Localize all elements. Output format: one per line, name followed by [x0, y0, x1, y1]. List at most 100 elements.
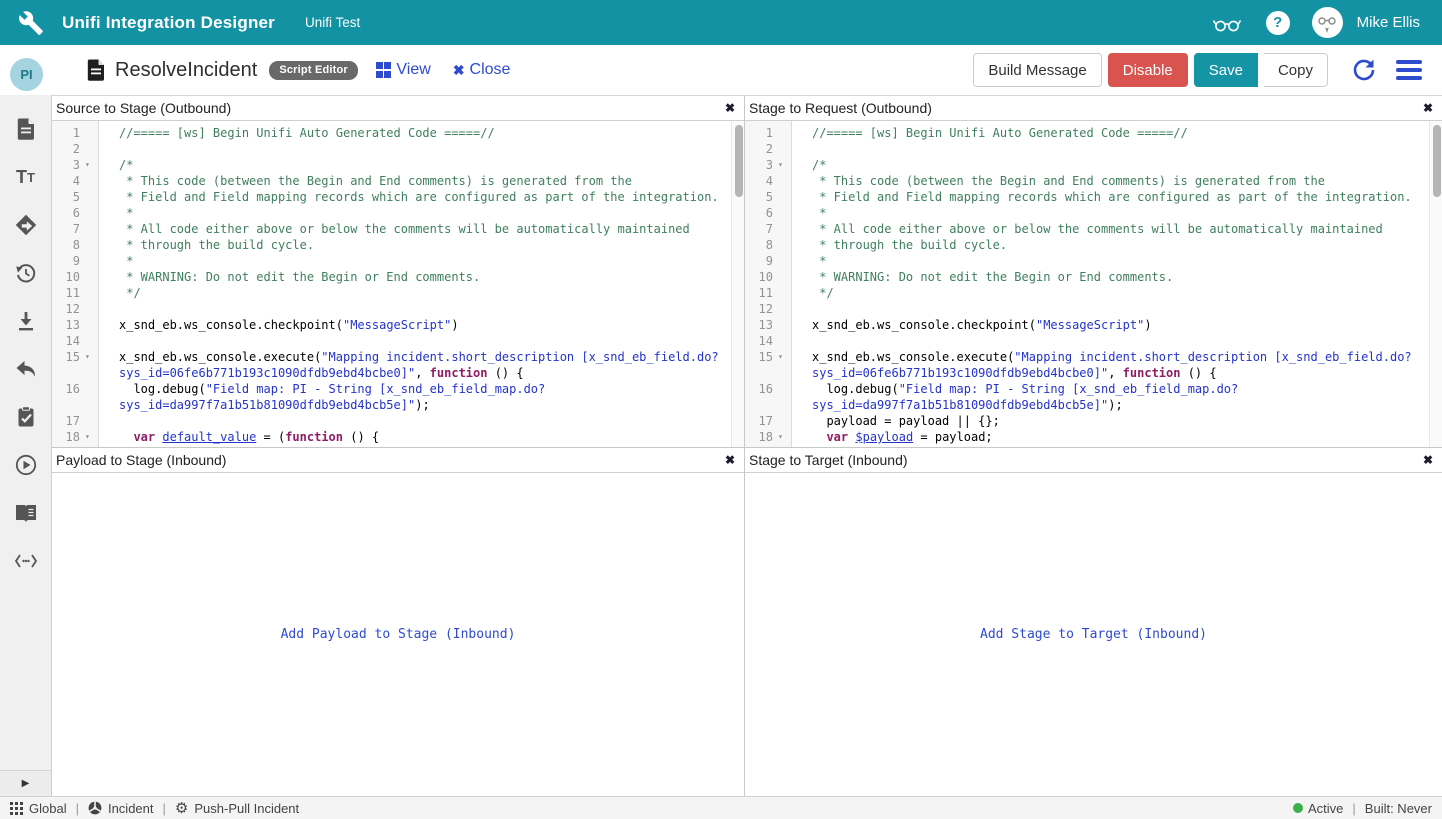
wrench-icon[interactable] — [18, 10, 44, 36]
script-editor-badge: Script Editor — [269, 61, 358, 80]
record-avatar[interactable]: PI — [10, 58, 43, 91]
sidebar-send-icon[interactable] — [14, 213, 38, 237]
sidebar-text-format-icon[interactable]: TT — [14, 165, 38, 189]
fold-marker-icon[interactable]: ▾ — [773, 157, 792, 173]
code-line: 13x_snd_eb.ws_console.checkpoint("Messag… — [52, 317, 744, 333]
fold-marker-icon[interactable]: ▾ — [80, 349, 99, 365]
code-line: 14 — [52, 333, 744, 349]
record-title: ResolveIncident — [115, 59, 257, 82]
copy-button[interactable]: Copy — [1264, 53, 1328, 87]
line-number: 5 — [52, 189, 80, 205]
fold-spacer — [80, 221, 99, 237]
avatar[interactable] — [1312, 7, 1343, 38]
footer-table[interactable]: Incident — [88, 801, 154, 816]
panel-close-icon[interactable]: ✖ — [725, 101, 735, 115]
refresh-icon — [1352, 58, 1376, 82]
footer-integration[interactable]: ⚙ Push-Pull Incident — [175, 801, 299, 816]
glasses-icon[interactable] — [1210, 11, 1244, 35]
record-initials: PI — [20, 67, 32, 82]
help-icon: ? — [1273, 14, 1282, 31]
code-text — [792, 333, 812, 349]
view-button[interactable]: View — [376, 61, 431, 79]
code-line: 16 log.debug("Field map: PI - String [x_… — [52, 381, 744, 397]
line-number — [745, 397, 773, 413]
code-editor[interactable]: 1//===== [ws] Begin Unifi Auto Generated… — [52, 121, 744, 447]
empty-editor: Add Stage to Target (Inbound) — [745, 473, 1442, 796]
editor-scrollbar[interactable] — [731, 121, 744, 447]
sidebar-history-icon[interactable] — [14, 261, 38, 285]
build-message-button[interactable]: Build Message — [973, 53, 1101, 87]
line-number: 4 — [745, 173, 773, 189]
line-number: 15 — [745, 349, 773, 365]
record-toolbar: PI ResolveIncident Script Editor View ✖ … — [0, 45, 1442, 95]
line-number: 10 — [745, 269, 773, 285]
fold-spacer — [80, 189, 99, 205]
user-name[interactable]: Mike Ellis — [1357, 14, 1420, 31]
code-line: 5 * Field and Field mapping records whic… — [745, 189, 1442, 205]
fold-marker-icon[interactable]: ▾ — [80, 157, 99, 173]
line-number: 11 — [52, 285, 80, 301]
fold-marker-icon[interactable]: ▾ — [773, 429, 792, 445]
line-number: 10 — [52, 269, 80, 285]
panel-close-icon[interactable]: ✖ — [1423, 453, 1433, 467]
code-text: sys_id=06fe6b771b193c1090dfdb9ebd4bcbe0]… — [792, 365, 1217, 381]
scrollbar-thumb[interactable] — [735, 125, 743, 197]
panel-close-icon[interactable]: ✖ — [1423, 101, 1433, 115]
line-number — [52, 365, 80, 381]
add-stage-to-target-link[interactable]: Add Stage to Target (Inbound) — [980, 627, 1207, 642]
code-line: sys_id=06fe6b771b193c1090dfdb9ebd4bcbe0]… — [52, 365, 744, 381]
footer-separator — [154, 801, 175, 816]
sidebar-expand-button[interactable]: ▶ — [0, 770, 51, 796]
sidebar-play-icon[interactable] — [14, 453, 38, 477]
table-label: Incident — [108, 801, 154, 816]
fold-spacer — [773, 189, 792, 205]
fold-spacer — [773, 237, 792, 253]
line-number: 8 — [52, 237, 80, 253]
status-label: Active — [1308, 801, 1343, 816]
fold-marker-icon[interactable]: ▾ — [80, 429, 99, 445]
sidebar-code-icon[interactable] — [14, 549, 38, 573]
refresh-button[interactable] — [1352, 58, 1376, 82]
panel-header: Payload to Stage (Inbound) ✖ — [52, 448, 744, 473]
sidebar-download-icon[interactable] — [14, 309, 38, 333]
add-payload-to-stage-link[interactable]: Add Payload to Stage (Inbound) — [281, 627, 516, 642]
panel-stage-to-target: Stage to Target (Inbound) ✖ Add Stage to… — [745, 448, 1442, 796]
scrollbar-thumb[interactable] — [1433, 125, 1441, 197]
code-line: 7 * All code either above or below the c… — [745, 221, 1442, 237]
fold-spacer — [80, 333, 99, 349]
panel-payload-to-stage: Payload to Stage (Inbound) ✖ Add Payload… — [52, 448, 745, 796]
fold-spacer — [80, 253, 99, 269]
sidebar-book-icon[interactable] — [14, 501, 38, 525]
fold-spacer — [773, 365, 792, 381]
code-text: x_snd_eb.ws_console.execute("Mapping inc… — [99, 349, 719, 365]
save-button[interactable]: Save — [1194, 53, 1258, 87]
sidebar-document-icon[interactable] — [14, 117, 38, 141]
code-line: 6 * — [745, 205, 1442, 221]
body-row: TT ▶ Source — [0, 95, 1442, 796]
code-text: /* — [99, 157, 133, 173]
code-line: 17 payload = payload || {}; — [745, 413, 1442, 429]
line-number: 16 — [52, 381, 80, 397]
close-x-icon: ✖ — [453, 62, 465, 79]
expand-arrow-icon: ▶ — [22, 778, 30, 789]
code-text: */ — [792, 285, 834, 301]
sidebar-tasks-icon[interactable] — [14, 405, 38, 429]
close-record-button[interactable]: ✖ Close — [453, 61, 511, 79]
help-button[interactable]: ? — [1266, 11, 1290, 35]
panel-close-icon[interactable]: ✖ — [725, 453, 735, 467]
code-line: sys_id=da997f7a1b51b81090dfdb9ebd4bcb5e]… — [745, 397, 1442, 413]
line-number — [52, 397, 80, 413]
sidebar-reply-icon[interactable] — [14, 357, 38, 381]
code-text: var $payload = payload; — [792, 429, 993, 445]
code-text: //===== [ws] Begin Unifi Auto Generated … — [792, 125, 1188, 141]
line-number: 11 — [745, 285, 773, 301]
disable-button[interactable]: Disable — [1108, 53, 1188, 87]
footer-scope[interactable]: Global — [10, 801, 67, 816]
code-editor[interactable]: 1//===== [ws] Begin Unifi Auto Generated… — [745, 121, 1442, 447]
editor-scrollbar[interactable] — [1429, 121, 1442, 447]
menu-button[interactable] — [1396, 60, 1422, 80]
panel-header: Source to Stage (Outbound) ✖ — [52, 96, 744, 121]
code-text: log.debug("Field map: PI - String [x_snd… — [792, 381, 1238, 397]
fold-marker-icon[interactable]: ▾ — [773, 349, 792, 365]
fold-spacer — [80, 413, 99, 429]
